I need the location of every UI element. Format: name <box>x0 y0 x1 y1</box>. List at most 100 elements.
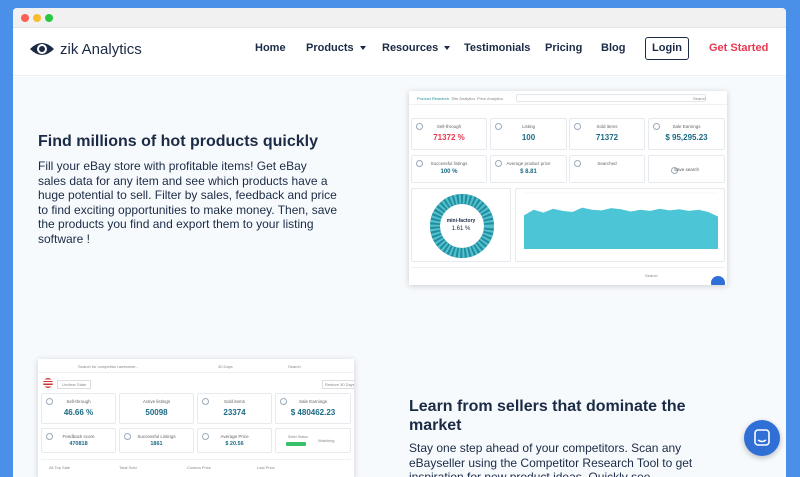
dash2-search-input: Search for competitor username... <box>78 364 139 369</box>
dash2-bottom-tab: All Top Sale <box>49 465 71 470</box>
stat-tile: Active listings 50098 <box>119 393 194 424</box>
stat-value: 470818 <box>69 441 88 447</box>
section2-title: Learn from sellers that dominate the mar… <box>409 398 686 434</box>
maximize-window-dot[interactable] <box>45 14 53 22</box>
stat-value: 50098 <box>145 408 168 417</box>
status-badge <box>286 442 306 446</box>
chevron-down-icon <box>444 46 451 51</box>
brand-name: zik Analytics <box>60 40 142 58</box>
stat-tile: Sold items 23374 <box>197 393 272 424</box>
stat-label: Active listings <box>142 399 171 404</box>
dash1-tab: Price Analytics <box>477 96 504 101</box>
window-titlebar <box>13 8 786 28</box>
dash2-bottom-tabs: All Top Sale Total Sold Custom Price Las… <box>41 459 351 473</box>
stat-label: Average product price <box>506 161 551 166</box>
stat-label: Sold items <box>223 399 245 404</box>
browser-window: zik Analytics Home Products Resources Te… <box>13 8 786 477</box>
nav-pricing[interactable]: Pricing <box>545 42 582 54</box>
dash2-period: 30 Days <box>218 364 233 369</box>
stat-label: Average Price <box>220 434 249 439</box>
dash2-restore: Restore 30 Days <box>322 380 354 389</box>
donut-title: mini-factory <box>446 218 476 224</box>
stat-label: Searched <box>597 161 617 166</box>
competitor-research-screenshot: Search for competitor username... 30 Day… <box>38 359 354 477</box>
nav-resources[interactable]: Resources <box>382 42 451 54</box>
stat-tile: Searched <box>569 155 645 183</box>
dash1-search-input <box>516 94 706 102</box>
stat-value: 1861 <box>150 441 163 447</box>
get-started-button[interactable]: Get Started <box>709 42 768 54</box>
nav-home[interactable]: Home <box>255 42 286 54</box>
stat-tile: Average Price $ 20.56 <box>197 428 272 453</box>
stat-value: 71372 % <box>433 133 465 142</box>
donut-panel: mini-factory 1.61 % <box>411 188 511 262</box>
dash2-search-bar: Search for competitor username... 30 Day… <box>38 359 354 373</box>
stat-tile: Average product price $ 8.81 <box>490 155 567 183</box>
dash2-search-button: Search <box>288 364 301 369</box>
stat-value: $ 20.56 <box>225 441 244 447</box>
eye-logo-icon <box>30 43 54 55</box>
stat-label: Feedback score <box>62 434 95 439</box>
stat-label: Sell-through <box>66 399 91 404</box>
stat-value: 100 % <box>440 169 458 175</box>
nav-resources-label: Resources <box>382 42 439 54</box>
stat-value: 71372 <box>595 133 619 142</box>
stat-tile: Sell-through 46.66 % <box>41 393 116 424</box>
us-flag-icon <box>43 378 53 388</box>
close-window-dot[interactable] <box>21 14 29 22</box>
brand-logo[interactable]: zik Analytics <box>29 40 142 58</box>
stat-tile: Sell-through 71372 % <box>411 118 487 150</box>
stat-value: 100 <box>521 133 536 142</box>
top-navigation: zik Analytics Home Products Resources Te… <box>13 28 786 76</box>
stat-tile: Listing 100 <box>490 118 567 150</box>
chevron-down-icon <box>359 46 366 51</box>
dash2-bottom-tab: Custom Price <box>187 465 212 470</box>
dash1-bottom-bar: Search <box>411 267 725 285</box>
nav-products[interactable]: Products <box>306 42 366 54</box>
save-search-label: Save search <box>673 167 699 172</box>
stat-label: Sale Earnings <box>298 399 328 404</box>
stat-label: Sell-through <box>436 124 462 129</box>
nav-testimonials[interactable]: Testimonials <box>464 42 530 54</box>
dash1-tab: Product Research <box>417 96 450 101</box>
save-search-tile: Save search <box>648 155 725 183</box>
dash2-bottom-tab: Last Price <box>257 465 275 470</box>
product-research-screenshot: Product Research Title Analytics Price A… <box>409 91 727 285</box>
chat-icon <box>754 429 770 446</box>
dash1-tabbar: Product Research Title Analytics Price A… <box>409 91 727 105</box>
chart-area <box>524 207 718 249</box>
stat-label: Sold items <box>596 124 618 129</box>
stat-label: Listing <box>521 124 535 129</box>
section1-title: Find millions of hot products quickly <box>38 133 318 150</box>
stat-tile: Sold items 71372 <box>569 118 645 150</box>
page-content: Find millions of hot products quickly Fi… <box>13 77 786 477</box>
dash1-search-button: Search <box>693 96 706 101</box>
dash2-seller-name: Unclear State <box>57 380 92 389</box>
stat-value: $ 480462.23 <box>290 408 336 417</box>
stat-tile: Sale Earnings $ 95,295.23 <box>648 118 725 150</box>
stat-value: 23374 <box>223 408 246 417</box>
section1-body: Fill your eBay store with profitable ite… <box>38 159 338 246</box>
stat-tile: Sale Earnings $ 480462.23 <box>275 393 351 424</box>
stat-tile: Successful Listings 1861 <box>119 428 194 453</box>
chat-button[interactable] <box>744 420 780 456</box>
stat-label: Sale Earnings <box>672 124 701 129</box>
stat-tile: Successful listings 100 % <box>411 155 487 183</box>
dash1-tab: Title Analytics <box>451 96 476 101</box>
seller-status-label: Seller Status <box>288 435 308 439</box>
stat-label: Successful Listings <box>137 434 176 439</box>
nav-products-label: Products <box>306 42 354 54</box>
help-bubble-icon <box>711 276 725 285</box>
minimize-window-dot[interactable] <box>33 14 41 22</box>
dash2-bottom-tab: Total Sold <box>119 465 137 470</box>
donut-value: 1.61 % <box>451 226 471 232</box>
stat-value: $ 95,295.23 <box>665 133 708 142</box>
stat-value: 46.66 % <box>63 408 94 417</box>
stat-label: Successful listings <box>430 161 468 166</box>
login-button[interactable]: Login <box>645 37 689 60</box>
seller-status-tile: Seller Status Watching <box>275 428 351 453</box>
watching-label: Watching <box>318 438 335 443</box>
sales-area-chart <box>524 192 718 250</box>
section2-body: Stay one step ahead of your competitors.… <box>409 441 693 477</box>
nav-blog[interactable]: Blog <box>601 42 625 54</box>
